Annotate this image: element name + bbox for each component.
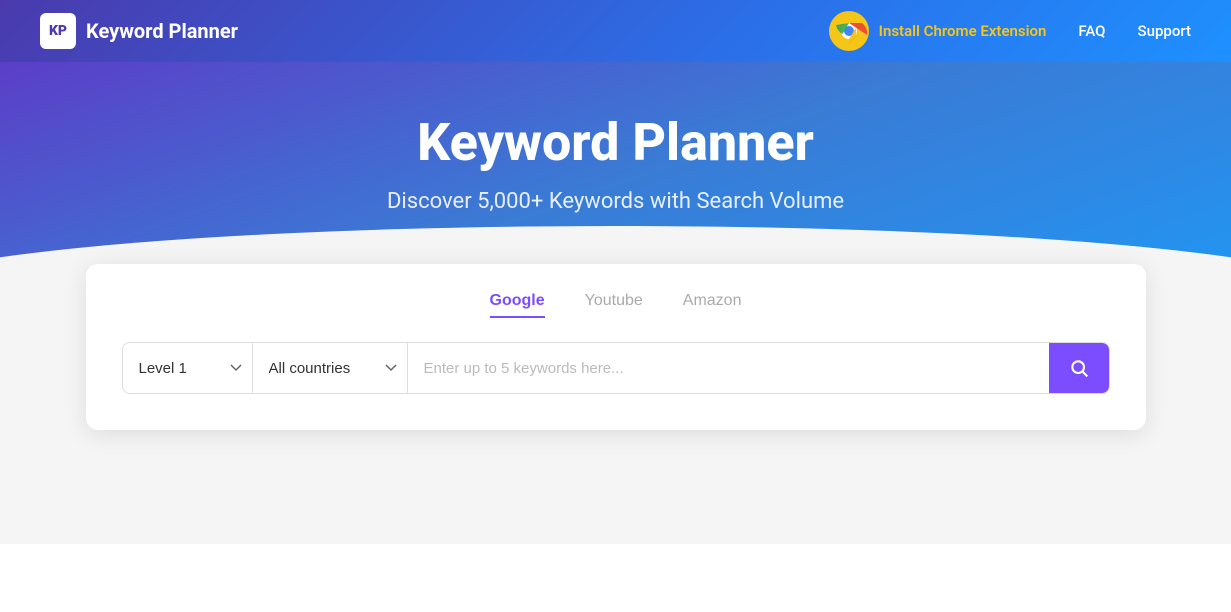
logo-link[interactable]: KP Keyword Planner <box>40 13 238 49</box>
chrome-ext-label: Install Chrome Extension <box>879 22 1047 40</box>
keyword-input[interactable] <box>408 343 1049 393</box>
faq-link[interactable]: FAQ <box>1078 22 1105 40</box>
chrome-icon <box>829 11 869 51</box>
main-content: Google Youtube Amazon Level 1 Level 2 Le… <box>0 294 1231 544</box>
logo-icon: KP <box>40 13 76 49</box>
tab-google[interactable]: Google <box>490 292 545 318</box>
country-select[interactable]: All countries United States United Kingd… <box>253 343 408 393</box>
tab-youtube[interactable]: Youtube <box>585 292 643 318</box>
tab-amazon[interactable]: Amazon <box>683 292 742 318</box>
hero-title: Keyword Planner <box>0 112 1231 173</box>
logo-text: Keyword Planner <box>86 19 238 43</box>
chrome-extension-link[interactable]: Install Chrome Extension <box>829 11 1047 51</box>
header-nav: Install Chrome Extension FAQ Support <box>829 11 1191 51</box>
tabs-container: Google Youtube Amazon <box>122 292 1110 318</box>
hero-section: Keyword Planner Discover 5,000+ Keywords… <box>0 62 1231 294</box>
hero-subtitle: Discover 5,000+ Keywords with Search Vol… <box>0 189 1231 214</box>
search-button[interactable] <box>1049 343 1109 393</box>
level-select[interactable]: Level 1 Level 2 Level 3 <box>123 343 253 393</box>
header: KP Keyword Planner Install Chrome Extens… <box>0 0 1231 62</box>
support-link[interactable]: Support <box>1138 22 1191 40</box>
search-card: Google Youtube Amazon Level 1 Level 2 Le… <box>86 264 1146 430</box>
search-row: Level 1 Level 2 Level 3 All countries Un… <box>122 342 1110 394</box>
search-icon <box>1069 358 1089 378</box>
